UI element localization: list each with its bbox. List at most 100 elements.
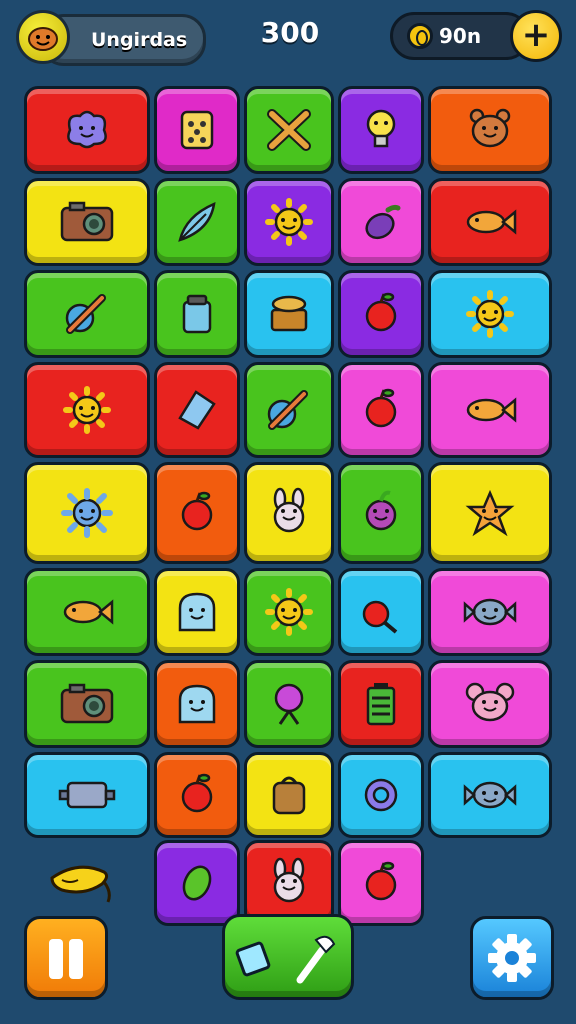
tools-button[interactable] — [222, 914, 354, 1000]
fish-icon — [466, 209, 517, 235]
camera-icon — [60, 201, 114, 242]
board-tile-6-4[interactable] — [428, 660, 552, 748]
board-tile-5-4[interactable] — [428, 568, 552, 656]
pencil-icon — [267, 390, 308, 430]
apple-icon — [365, 861, 397, 901]
board-tile-0-4[interactable] — [428, 86, 552, 174]
board-tile-1-0[interactable] — [24, 178, 150, 266]
board-tile-4-2[interactable] — [244, 462, 334, 564]
settings-button[interactable] — [470, 916, 554, 1000]
board-tile-1-3[interactable] — [338, 178, 424, 266]
board-tile-6-0[interactable] — [24, 660, 150, 748]
board-tile-4-0[interactable] — [24, 462, 150, 564]
board-tile-5-0[interactable] — [24, 568, 150, 656]
board-tile-7-0[interactable] — [24, 752, 150, 838]
board-tile-0-1[interactable] — [154, 86, 240, 174]
board-tile-6-3[interactable] — [338, 660, 424, 748]
eggplant-icon — [365, 204, 401, 240]
board-tile-7-2[interactable] — [244, 752, 334, 838]
gear-icon — [488, 934, 536, 982]
jar-icon — [182, 294, 212, 334]
sun-icon — [265, 588, 313, 636]
bunny-icon — [273, 857, 305, 903]
pause-button[interactable] — [24, 916, 108, 1000]
board-tile-7-1[interactable] — [154, 752, 240, 838]
hammer-icon — [296, 935, 336, 984]
board-tile-0-2[interactable] — [244, 86, 334, 174]
board-tile-1-1[interactable] — [154, 178, 240, 266]
board-tile-3-3[interactable] — [338, 362, 424, 458]
virus-icon — [61, 488, 113, 538]
board-tile-7-4[interactable] — [428, 752, 552, 838]
treasure-chest-icon — [270, 295, 308, 332]
pencil-icon — [65, 294, 106, 334]
board-tile-4-4[interactable] — [428, 462, 552, 564]
board-tile-6-1[interactable] — [154, 660, 240, 748]
balloon-icon — [274, 683, 304, 725]
sun-icon — [63, 386, 111, 434]
board-tile-3-2[interactable] — [244, 362, 334, 458]
backpack-icon — [272, 776, 306, 815]
add-coins-button[interactable]: + — [510, 10, 562, 62]
purple-blob-icon — [67, 110, 107, 149]
board-tile-1-4[interactable] — [428, 178, 552, 266]
battery-icon — [366, 683, 396, 726]
candy-icon — [463, 598, 517, 626]
coin-value: 90n — [439, 24, 482, 48]
board-tile-2-0[interactable] — [24, 270, 150, 358]
robot-icon — [58, 781, 116, 809]
camera-icon — [60, 683, 114, 724]
sun-icon — [466, 290, 514, 338]
dice-box-icon — [180, 110, 214, 150]
bear-face-icon — [469, 108, 511, 148]
candy-icon — [463, 781, 517, 809]
leaf-icon — [182, 865, 212, 901]
mouse-face-icon — [465, 682, 515, 722]
player-panel[interactable]: Ungirdas — [16, 10, 206, 66]
ghost-icon — [178, 684, 216, 724]
starfish-icon — [465, 489, 515, 537]
board-tile-5-1[interactable] — [154, 568, 240, 656]
board-tile-6-2[interactable] — [244, 660, 334, 748]
board-tile-4-1[interactable] — [154, 462, 240, 564]
fish-icon — [466, 397, 517, 423]
board-tile-0-0[interactable] — [24, 86, 150, 174]
apple-icon — [365, 292, 397, 332]
banana-icon — [48, 858, 120, 910]
apple-icon — [181, 491, 213, 531]
player-name: Ungirdas — [91, 29, 188, 51]
board-tile-2-4[interactable] — [428, 270, 552, 358]
board-tile-5-3[interactable] — [338, 568, 424, 656]
gem-icon — [235, 941, 271, 977]
gold-coin-icon — [407, 23, 433, 49]
pause-icon — [49, 939, 63, 979]
gear-ring-icon — [364, 778, 398, 812]
apple-icon — [365, 388, 397, 428]
board-tile-1-2[interactable] — [244, 178, 334, 266]
board-tile-3-1[interactable] — [154, 362, 240, 458]
pause-icon-bar — [69, 939, 83, 979]
feather-icon — [178, 201, 216, 242]
fish-icon — [63, 599, 114, 625]
board-tile-5-2[interactable] — [244, 568, 334, 656]
score-counter: 300 — [260, 16, 320, 49]
coin-counter: 90n — [390, 12, 530, 60]
ghost-icon — [178, 592, 216, 632]
apple-icon — [181, 773, 213, 813]
crossed-bones-icon — [267, 109, 311, 151]
board-tile-7-3[interactable] — [338, 752, 424, 838]
sun-icon — [265, 198, 313, 246]
board-tile-0-3[interactable] — [338, 86, 424, 174]
board-tile-2-3[interactable] — [338, 270, 424, 358]
board-tile-3-4[interactable] — [428, 362, 552, 458]
board-tile-2-1[interactable] — [154, 270, 240, 358]
board-tile-2-2[interactable] — [244, 270, 334, 358]
crystal-icon — [178, 390, 216, 430]
radish-icon — [365, 490, 397, 531]
cherry-icon — [362, 600, 398, 634]
bunny-icon — [273, 487, 305, 533]
board-tile-4-3[interactable] — [338, 462, 424, 564]
lightbulb-icon — [366, 109, 396, 148]
smiley-face-icon[interactable] — [16, 10, 70, 64]
board-tile-3-0[interactable] — [24, 362, 150, 458]
